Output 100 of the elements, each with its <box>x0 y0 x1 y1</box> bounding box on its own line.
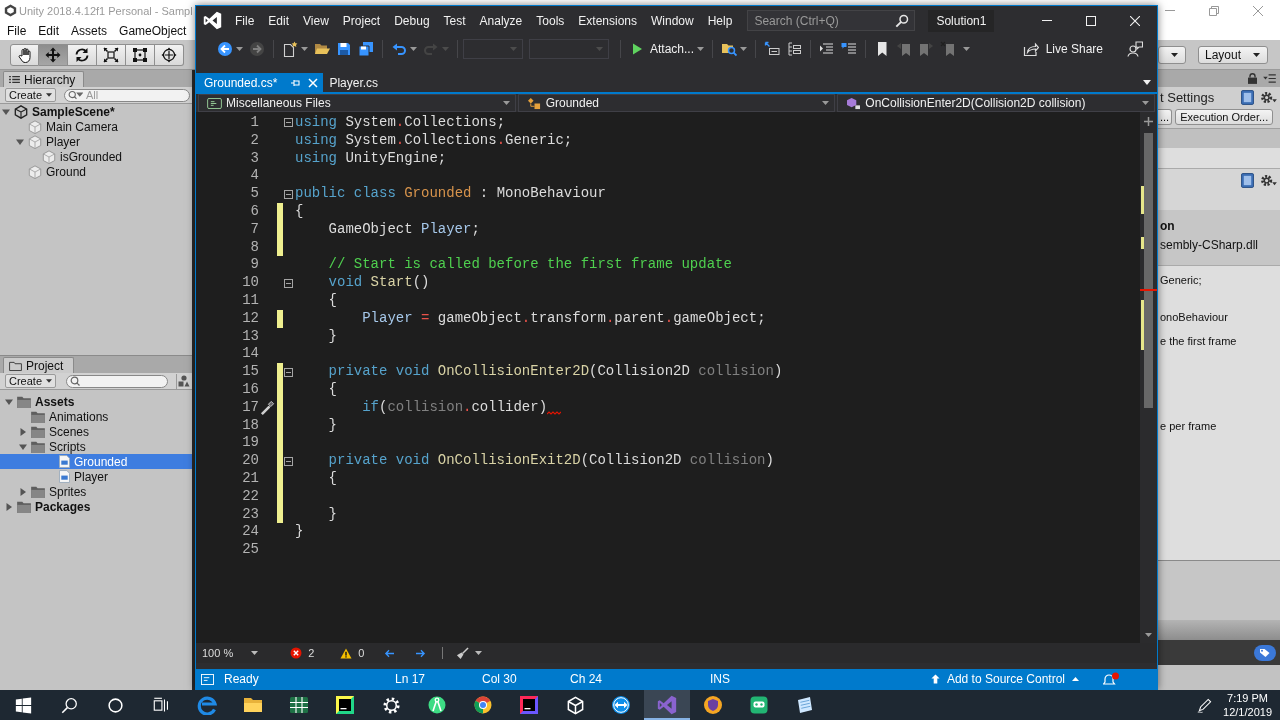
caret-down-icon[interactable] <box>2 107 10 116</box>
menu-item[interactable]: Tools <box>529 6 572 35</box>
tag-icon[interactable] <box>1254 644 1276 661</box>
menu-icon[interactable] <box>1263 74 1276 83</box>
panel-tab[interactable]: Hierarchy <box>3 71 85 87</box>
gear-icon[interactable] <box>1260 90 1277 104</box>
search-field[interactable]: All <box>64 88 190 102</box>
collapse-icon[interactable] <box>284 118 293 128</box>
pen-icon[interactable] <box>1197 697 1214 713</box>
collapse-icon[interactable] <box>284 189 293 199</box>
cube-icon <box>565 695 585 715</box>
file-tab[interactable]: Grounded.cs* <box>196 73 324 92</box>
collapse-icon[interactable] <box>284 367 293 377</box>
tool-button[interactable] <box>126 43 155 66</box>
menu-item[interactable]: Analyze <box>472 6 530 35</box>
tree-item[interactable]: Scenes <box>17 424 94 439</box>
menu-item[interactable]: Test <box>436 6 473 35</box>
layout-dropdown[interactable]: Layout <box>1198 45 1268 64</box>
menu-item[interactable]: Help <box>700 6 740 35</box>
tool-button[interactable] <box>39 43 68 66</box>
menu-item[interactable]: Window <box>644 6 701 35</box>
menu-item[interactable]: GameObject <box>113 21 193 40</box>
tree-item[interactable]: Sprites <box>17 484 91 499</box>
filter-button[interactable] <box>176 373 190 389</box>
collapse-icon[interactable] <box>284 278 293 288</box>
errors-button[interactable]: 2 <box>284 643 321 663</box>
tree-item[interactable]: Grounded <box>0 454 192 469</box>
nav-dropdown[interactable]: OnCollisionEnter2D(Collision2D collision) <box>837 94 1155 112</box>
live-share-button[interactable]: Live Share <box>1016 37 1109 60</box>
pin-icon[interactable] <box>291 77 302 88</box>
panel-tab[interactable]: Project <box>3 357 75 373</box>
nav-dropdown[interactable]: Miscellaneous Files <box>198 94 516 112</box>
caret-right-icon[interactable] <box>5 502 13 511</box>
menu-item[interactable]: Extensions <box>571 6 644 35</box>
collapse-icon[interactable] <box>284 456 293 466</box>
caret-icon[interactable] <box>1143 80 1151 85</box>
bell-icon[interactable] <box>1103 671 1119 687</box>
tree-item[interactable]: isGrounded <box>28 149 127 164</box>
book-icon[interactable] <box>1241 173 1254 188</box>
menu-item[interactable]: Debug <box>387 6 437 35</box>
lock-icon[interactable] <box>1248 73 1257 84</box>
clock-date[interactable]: 12/1/2019 <box>1223 705 1272 719</box>
file-tab[interactable]: Player.cs <box>323 73 387 92</box>
tree-item[interactable]: Main Camera <box>14 119 123 134</box>
line-number: 21 <box>241 469 259 488</box>
warning-icon <box>340 647 353 659</box>
tree-item[interactable]: SampleScene* <box>0 104 119 119</box>
right-arrow-icon <box>415 648 427 658</box>
caret-icon[interactable] <box>963 46 971 51</box>
folder-icon <box>31 485 45 498</box>
caret-down-icon[interactable] <box>19 442 27 451</box>
search-field[interactable]: Search (Ctrl+Q) <box>747 10 916 31</box>
menu-item[interactable]: Edit <box>261 6 297 35</box>
hexagon-icon <box>846 96 862 110</box>
inspector-button[interactable]: Execution Order... <box>1175 108 1274 125</box>
create-dropdown[interactable]: Create <box>5 88 57 102</box>
caret-down-icon[interactable] <box>16 137 24 146</box>
menu-item[interactable]: File <box>228 6 262 35</box>
tree-item[interactable]: Player <box>14 134 84 149</box>
screwdriver-icon[interactable] <box>260 400 275 416</box>
clock-time[interactable]: 7:19 PM <box>1227 691 1268 705</box>
close-icon[interactable] <box>308 77 319 88</box>
caret-right-icon[interactable] <box>19 487 27 496</box>
caret-up-icon <box>1072 677 1079 681</box>
menu-item[interactable]: Assets <box>65 21 114 40</box>
menu-item[interactable]: File <box>1 21 33 40</box>
insert-mode-indicator: INS <box>710 672 730 686</box>
line-number: 4 <box>249 167 259 186</box>
source-control-button[interactable]: Add to Source Control <box>926 669 1083 689</box>
tool-button[interactable] <box>97 43 126 66</box>
tree-item[interactable]: Player <box>31 469 112 484</box>
caret-icon <box>502 101 510 105</box>
caret-right-icon[interactable] <box>19 427 27 436</box>
tool-button[interactable] <box>10 43 39 66</box>
book-icon[interactable] <box>1241 89 1254 105</box>
nav-dropdown[interactable]: Grounded <box>517 94 836 112</box>
attach-button[interactable]: Attach... <box>626 37 708 60</box>
compass-icon <box>427 695 447 715</box>
tile-icon <box>335 695 355 715</box>
dropdown-button[interactable] <box>1158 45 1186 64</box>
menu-item[interactable]: Project <box>335 6 388 35</box>
menu-item[interactable]: View <box>296 6 336 35</box>
warnings-button[interactable]: 0 <box>334 643 371 663</box>
tree-item[interactable]: Assets <box>3 394 79 409</box>
caret-down-icon[interactable] <box>5 397 13 406</box>
scrollbar[interactable] <box>1140 112 1157 643</box>
zoom-dropdown[interactable]: 100 % <box>196 643 265 663</box>
menu-item[interactable]: Edit <box>32 21 66 40</box>
gear-icon[interactable] <box>1260 174 1277 187</box>
line-number: 13 <box>241 327 259 346</box>
inspector-button[interactable]: ... <box>1158 108 1173 125</box>
tree-item[interactable]: Packages <box>3 499 95 514</box>
search-field[interactable] <box>66 374 169 388</box>
tool-button[interactable] <box>68 43 97 66</box>
tree-item[interactable]: Scripts <box>17 439 90 454</box>
tree-item[interactable]: Animations <box>17 409 113 424</box>
tool-button[interactable] <box>155 43 184 66</box>
tree-item[interactable]: Ground <box>14 164 91 179</box>
create-dropdown[interactable]: Create <box>5 374 57 388</box>
bookmark-arrow-icon <box>896 40 913 57</box>
